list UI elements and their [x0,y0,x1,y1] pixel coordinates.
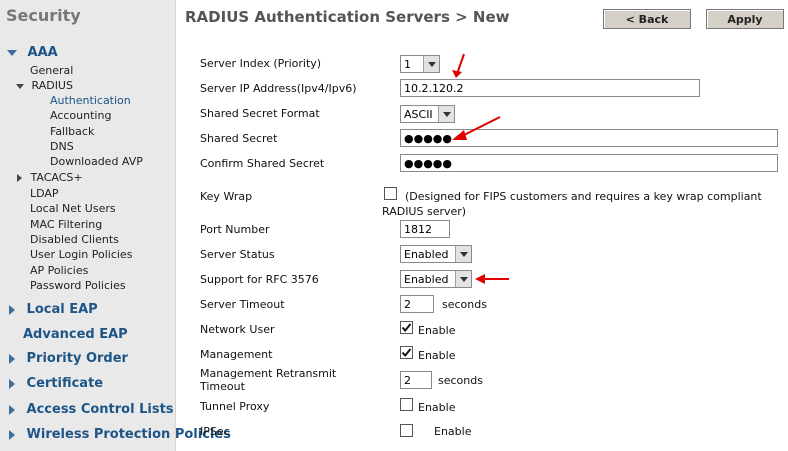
tunnel-proxy-checkbox[interactable] [400,398,413,411]
sidebar-title: Security [6,6,81,25]
confirm-secret-label: Confirm Shared Secret [200,157,325,170]
expanded-icon [7,49,17,56]
ipsec-label: IPSec [200,425,230,438]
page-title: RADIUS Authentication Servers > New [185,8,510,26]
mgmt-retransmit-input[interactable] [400,371,432,389]
sidebar-item-general[interactable]: General [30,64,73,77]
server-index-select[interactable]: 1 [400,55,440,73]
server-timeout-label: Server Timeout [200,298,285,311]
tunnel-proxy-label: Tunnel Proxy [200,400,270,413]
chevron-down-icon [423,56,439,72]
sidebar-item-ap-policies[interactable]: AP Policies [30,264,88,277]
checkmark-icon [401,323,412,333]
port-number-input[interactable] [400,220,450,238]
secret-format-label: Shared Secret Format [200,107,320,120]
sidebar-item-aaa[interactable]: AAA [7,45,58,60]
server-index-label: Server Index (Priority) [200,57,322,70]
server-status-label: Server Status [200,248,275,261]
shared-secret-label: Shared Secret [200,132,278,145]
network-user-label: Network User [200,323,275,336]
collapsed-icon [9,353,15,364]
ipsec-enable-text: Enable [434,425,472,438]
chevron-down-icon [455,246,471,262]
sidebar-item-access-control-lists[interactable]: Access Control Lists [9,402,174,417]
mgmt-retransmit-label-cont: Timeout [200,380,245,393]
network-user-enable-text: Enable [418,324,456,337]
sidebar-item-disabled-clients[interactable]: Disabled Clients [30,233,119,246]
collapsed-icon [17,174,22,182]
sidebar-item-fallback[interactable]: Fallback [50,125,94,138]
mgmt-retransmit-label: Management Retransmit [200,367,337,380]
sidebar-item-priority-order[interactable]: Priority Order [9,351,128,366]
sidebar-item-ldap[interactable]: LDAP [30,187,59,200]
sidebar-item-accounting[interactable]: Accounting [50,109,111,122]
management-label: Management [200,348,273,361]
server-timeout-input[interactable] [400,295,434,313]
server-status-select[interactable]: Enabled [400,245,472,263]
sidebar-item-password-policies[interactable]: Password Policies [30,279,126,292]
back-button[interactable]: < Back [603,9,691,29]
annotation-arrow-icon [452,116,501,140]
port-number-label: Port Number [200,223,270,236]
sidebar-item-authentication[interactable]: Authentication [50,94,131,107]
sidebar-item-certificate[interactable]: Certificate [9,376,103,391]
ipsec-checkbox[interactable] [400,424,413,437]
apply-button[interactable]: Apply [706,9,784,29]
network-user-checkbox[interactable] [400,321,413,334]
management-enable-text: Enable [418,349,456,362]
server-ip-input[interactable] [400,79,700,97]
mgmt-retransmit-unit: seconds [438,374,483,387]
annotation-arrow-icon [475,274,509,284]
key-wrap-label: Key Wrap [200,190,253,203]
checkmark-icon [401,348,412,358]
sidebar-item-downloaded-avp[interactable]: Downloaded AVP [50,155,143,168]
collapsed-icon [9,429,15,440]
secret-format-select[interactable]: ASCII [400,105,455,123]
key-wrap-note-cont: RADIUS server) [382,205,467,218]
sidebar-item-local-net-users[interactable]: Local Net Users [30,202,116,215]
sidebar-item-mac-filtering[interactable]: MAC Filtering [30,218,102,231]
expanded-icon [16,83,24,89]
sidebar-item-radius[interactable]: RADIUS [16,79,73,92]
sidebar-item-local-eap[interactable]: Local EAP [9,302,98,317]
sidebar-item-tacacs[interactable]: TACACS+ [17,171,83,184]
collapsed-icon [9,404,15,415]
chevron-down-icon [455,271,471,287]
key-wrap-note: (Designed for FIPS customers and require… [405,190,762,203]
collapsed-icon [9,304,15,315]
sidebar: Security AAA General RADIUS Authenticati… [0,0,231,451]
sidebar-item-wireless-protection-policies[interactable]: Wireless Protection Policies [9,427,231,442]
annotation-arrow-icon [452,53,465,78]
rfc3576-select[interactable]: Enabled [400,270,472,288]
sidebar-item-user-login-policies[interactable]: User Login Policies [30,248,132,261]
sidebar-item-advanced-eap[interactable]: Advanced EAP [23,327,128,342]
confirm-secret-input[interactable] [400,154,778,172]
server-ip-label: Server IP Address(Ipv4/Ipv6) [200,82,357,95]
rfc3576-label: Support for RFC 3576 [200,273,319,286]
key-wrap-checkbox[interactable] [384,187,397,200]
management-checkbox[interactable] [400,346,413,359]
tunnel-proxy-enable-text: Enable [418,401,456,414]
server-timeout-unit: seconds [442,298,487,311]
collapsed-icon [9,378,15,389]
sidebar-item-dns[interactable]: DNS [50,140,74,153]
